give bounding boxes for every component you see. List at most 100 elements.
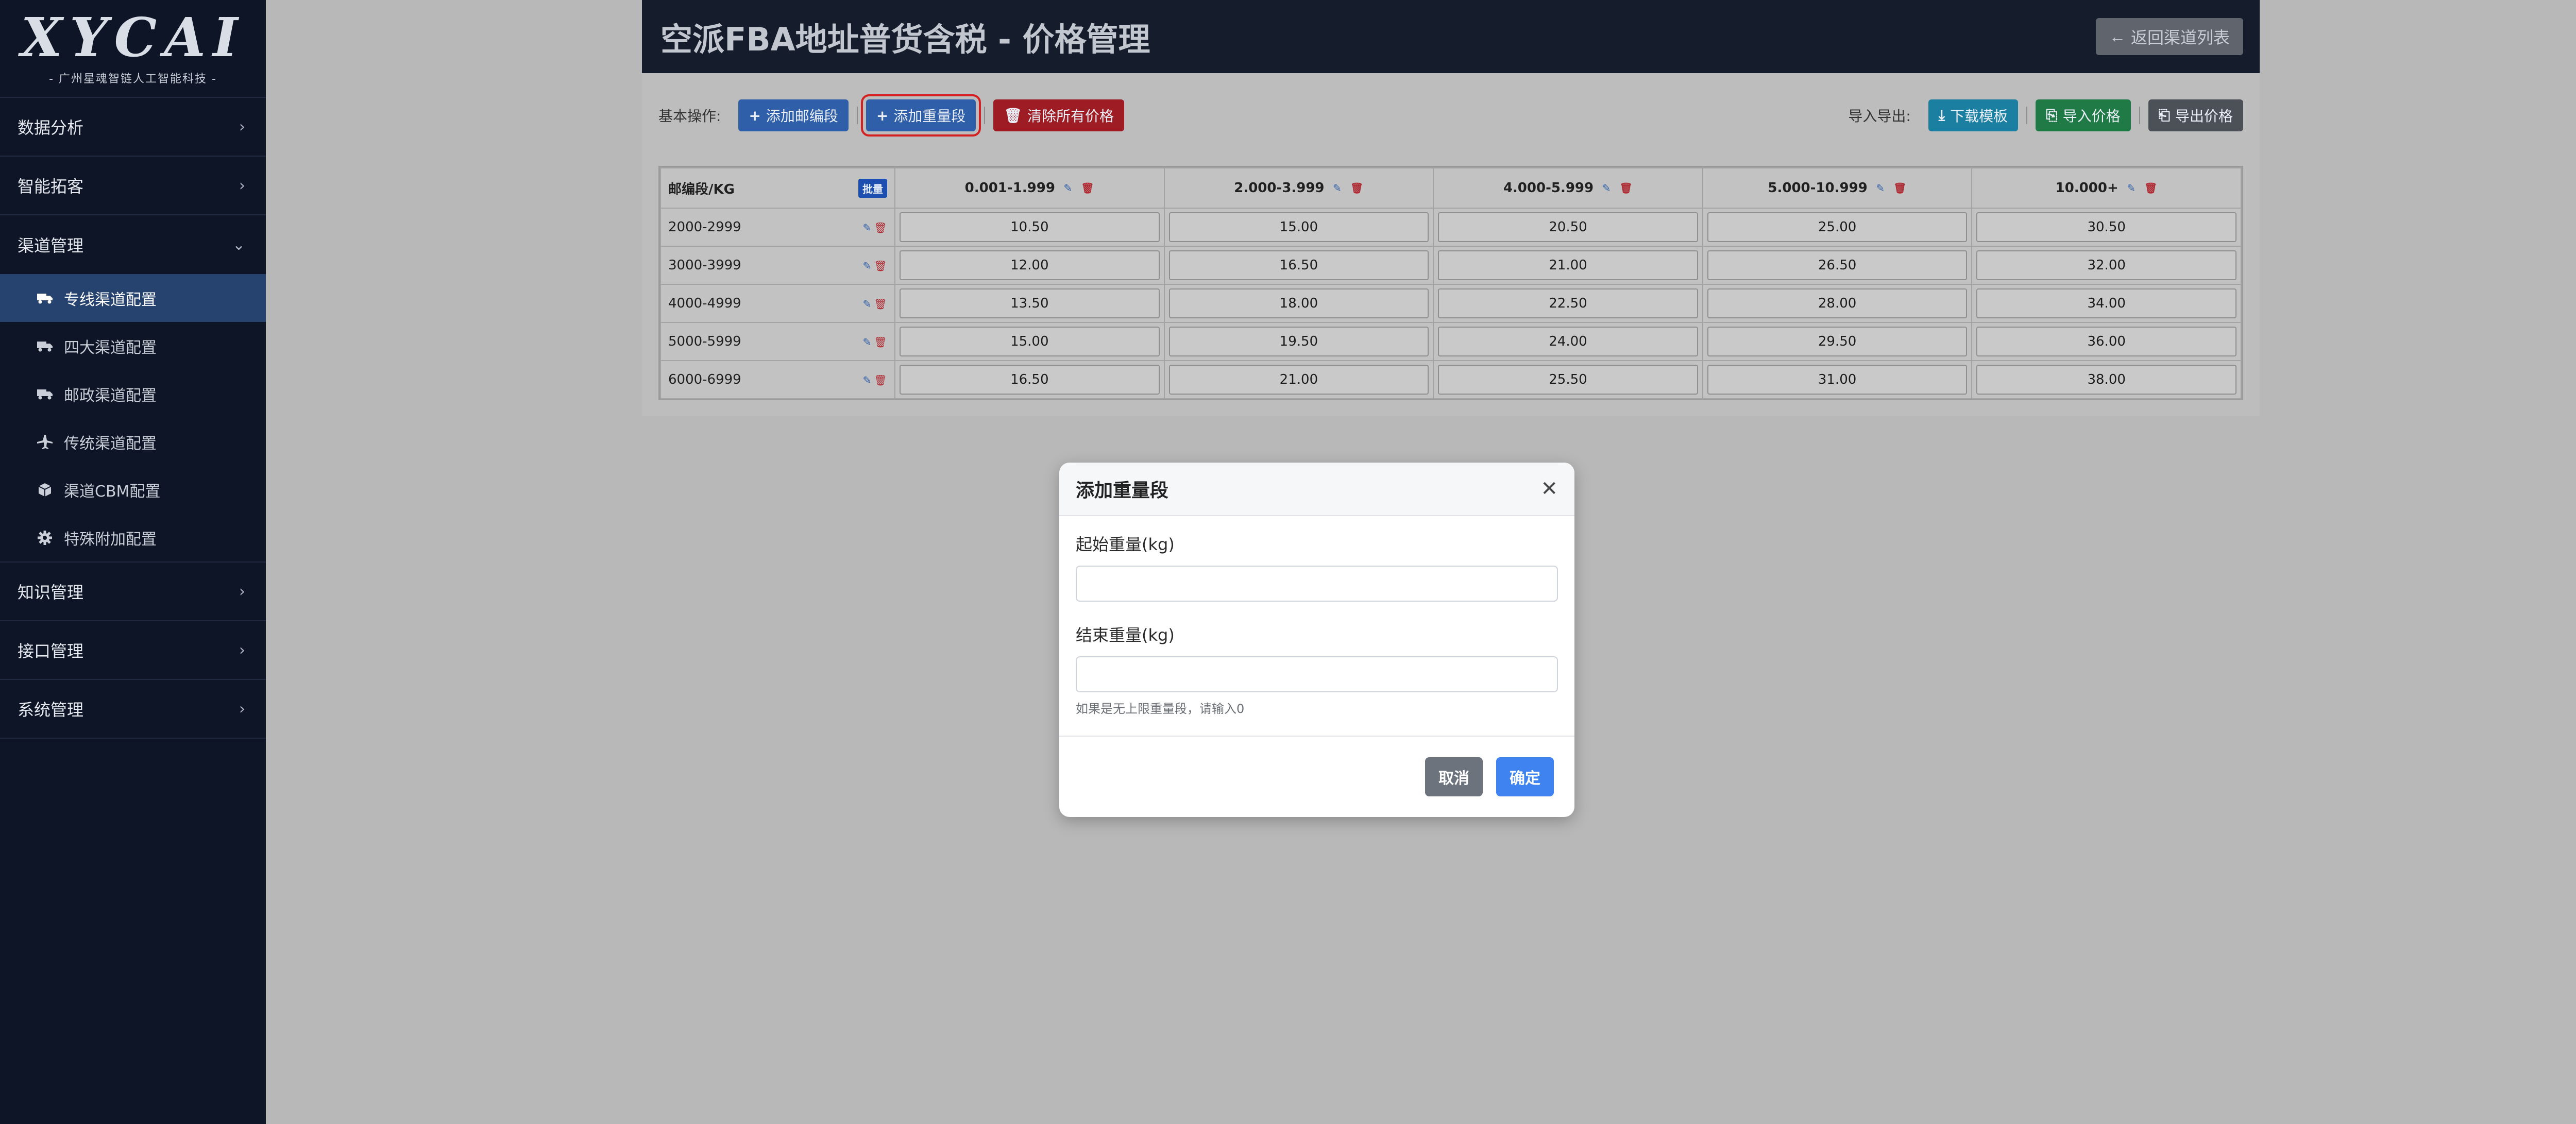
table-row: 6000-6999 ✎ 🗑 16.50 21.00 25.50 31.00 38.0… [660, 360, 2242, 399]
sidebar-item-label: 渠道CBM配置 [64, 482, 161, 501]
price-input[interactable]: 30.50 [1976, 212, 2236, 242]
trash-icon[interactable]: 🗑 [874, 221, 887, 234]
nav-group-label: 智能拓客 [18, 177, 84, 196]
price-input[interactable]: 13.50 [900, 288, 1160, 318]
file-export-icon: ⎗ [2158, 107, 2170, 124]
price-input[interactable]: 15.00 [900, 327, 1160, 356]
trash-icon[interactable]: 🗑 [874, 335, 887, 349]
price-input[interactable]: 18.00 [1168, 288, 1429, 318]
confirm-button[interactable]: 确定 [1496, 757, 1554, 796]
price-input[interactable]: 38.00 [1976, 365, 2236, 395]
price-cell: 38.00 [1971, 360, 2242, 399]
sidebar-item-cbm-channel[interactable]: 渠道CBM配置 [0, 466, 266, 514]
price-cell: 21.00 [1433, 246, 1703, 285]
sidebar: XYCAI - 广州星魂智链人工智能科技 - 数据分析 › 智能拓客 › 渠道管… [0, 0, 266, 1124]
nav-group-channel-management[interactable]: 渠道管理 ⌄ [0, 215, 266, 274]
price-input[interactable]: 21.00 [1168, 365, 1429, 395]
edit-icon[interactable]: ✎ [1331, 181, 1344, 195]
end-weight-input[interactable] [1076, 656, 1558, 692]
close-icon[interactable]: ✕ [1540, 477, 1558, 501]
edit-icon[interactable]: ✎ [2125, 181, 2138, 195]
column-label: 0.001-1.999 [964, 180, 1055, 196]
price-input[interactable]: 32.00 [1976, 250, 2236, 280]
sidebar-item-big-four-channel[interactable]: 四大渠道配置 [0, 322, 266, 370]
logo-subtitle: - 广州星魂智链人工智能科技 - [49, 73, 217, 86]
price-input[interactable]: 20.50 [1438, 212, 1698, 242]
sidebar-item-postal-channel[interactable]: 邮政渠道配置 [0, 370, 266, 418]
sidebar-item-traditional-channel[interactable]: 传统渠道配置 [0, 418, 266, 466]
price-input[interactable]: 16.50 [1168, 250, 1429, 280]
download-template-button[interactable]: ⤓ 下载模板 [1928, 99, 2019, 131]
zip-range-cell: 2000-2999 ✎ 🗑 [660, 208, 895, 247]
price-table-container: 邮编段/KG 批量 0.001-1.999 ✎ 🗑 2.000-3.999 ✎ 🗑 4.… [658, 166, 2243, 400]
price-input[interactable]: 29.50 [1707, 327, 1968, 356]
batch-button[interactable]: 批量 [858, 178, 887, 198]
weight-column-header: 4.000-5.999 ✎ 🗑 [1433, 167, 1703, 209]
nav-group-api[interactable]: 接口管理 › [0, 621, 266, 680]
trash-icon[interactable]: 🗑 [874, 259, 887, 273]
button-label: 清除所有价格 [1027, 108, 1114, 125]
start-weight-input[interactable] [1076, 566, 1558, 602]
back-button-label: 返回渠道列表 [2130, 28, 2230, 47]
zip-range-label: 4000-4999 [668, 296, 741, 311]
trash-icon[interactable]: 🗑 [1350, 181, 1364, 195]
price-table: 邮编段/KG 批量 0.001-1.999 ✎ 🗑 2.000-3.999 ✎ 🗑 4.… [660, 167, 2242, 399]
sidebar-item-special-surcharge[interactable]: 特殊附加配置 [0, 514, 266, 561]
trash-icon[interactable]: 🗑 [874, 297, 887, 311]
page-title: 空派FBA地址普货含税 - 价格管理 [660, 21, 1150, 58]
edit-icon[interactable]: ✎ [860, 297, 874, 311]
zip-range-cell: 4000-4999 ✎ 🗑 [660, 284, 895, 323]
clear-all-prices-button[interactable]: 🗑 清除所有价格 [993, 99, 1124, 131]
cancel-button[interactable]: 取消 [1425, 757, 1483, 796]
edit-icon[interactable]: ✎ [1874, 181, 1887, 195]
price-input[interactable]: 16.50 [900, 365, 1160, 395]
price-cell: 18.00 [1163, 284, 1434, 323]
edit-icon[interactable]: ✎ [860, 259, 874, 273]
edit-icon[interactable]: ✎ [860, 335, 874, 349]
sidebar-item-label: 邮政渠道配置 [64, 386, 157, 405]
edit-icon[interactable]: ✎ [860, 373, 874, 387]
back-to-channel-list-button[interactable]: ← 返回渠道列表 [2095, 18, 2243, 55]
price-cell: 25.00 [1702, 208, 1973, 247]
trash-icon[interactable]: 🗑 [1893, 181, 1907, 195]
price-input[interactable]: 19.50 [1168, 327, 1429, 356]
price-cell: 12.00 [894, 246, 1165, 285]
price-input[interactable]: 28.00 [1707, 288, 1968, 318]
price-input[interactable]: 22.50 [1438, 288, 1698, 318]
price-input[interactable]: 26.50 [1707, 250, 1968, 280]
export-prices-button[interactable]: ⎗ 导出价格 [2148, 99, 2243, 131]
sidebar-item-dedicated-channel[interactable]: 专线渠道配置 [0, 274, 266, 322]
price-input[interactable]: 31.00 [1707, 365, 1968, 395]
price-cell: 15.00 [894, 322, 1165, 361]
price-input[interactable]: 15.00 [1168, 212, 1429, 242]
import-prices-button[interactable]: ⎘ 导入价格 [2036, 99, 2131, 131]
column-label: 5.000-10.999 [1768, 180, 1868, 196]
nav-group-knowledge[interactable]: 知识管理 › [0, 563, 266, 621]
edit-icon[interactable]: ✎ [1600, 181, 1613, 195]
weight-column-header: 0.001-1.999 ✎ 🗑 [894, 167, 1165, 209]
trash-icon[interactable]: 🗑 [874, 373, 887, 387]
nav-group-system[interactable]: 系统管理 › [0, 680, 266, 739]
price-cell: 19.50 [1163, 322, 1434, 361]
sidebar-item-label: 特殊附加配置 [64, 530, 157, 549]
price-input[interactable]: 36.00 [1976, 327, 2236, 356]
add-zip-range-button[interactable]: + 添加邮编段 [738, 99, 849, 131]
price-input[interactable]: 12.00 [900, 250, 1160, 280]
truck-icon [36, 293, 54, 304]
trash-icon[interactable]: 🗑 [1619, 181, 1633, 195]
price-input[interactable]: 25.50 [1438, 365, 1698, 395]
price-input[interactable]: 25.00 [1707, 212, 1968, 242]
sidebar-item-label: 四大渠道配置 [64, 338, 157, 357]
add-weight-range-button[interactable]: + 添加重量段 [860, 94, 981, 137]
price-input[interactable]: 34.00 [1976, 288, 2236, 318]
trash-icon[interactable]: 🗑 [1081, 181, 1094, 195]
edit-icon[interactable]: ✎ [860, 221, 874, 234]
nav-group-smart-leads[interactable]: 智能拓客 › [0, 157, 266, 215]
edit-icon[interactable]: ✎ [1061, 181, 1075, 195]
basic-ops-label: 基本操作: [658, 108, 721, 125]
nav-group-data-analysis[interactable]: 数据分析 › [0, 98, 266, 157]
trash-icon[interactable]: 🗑 [2144, 181, 2158, 195]
price-input[interactable]: 24.00 [1438, 327, 1698, 356]
price-input[interactable]: 21.00 [1438, 250, 1698, 280]
price-input[interactable]: 10.50 [900, 212, 1160, 242]
